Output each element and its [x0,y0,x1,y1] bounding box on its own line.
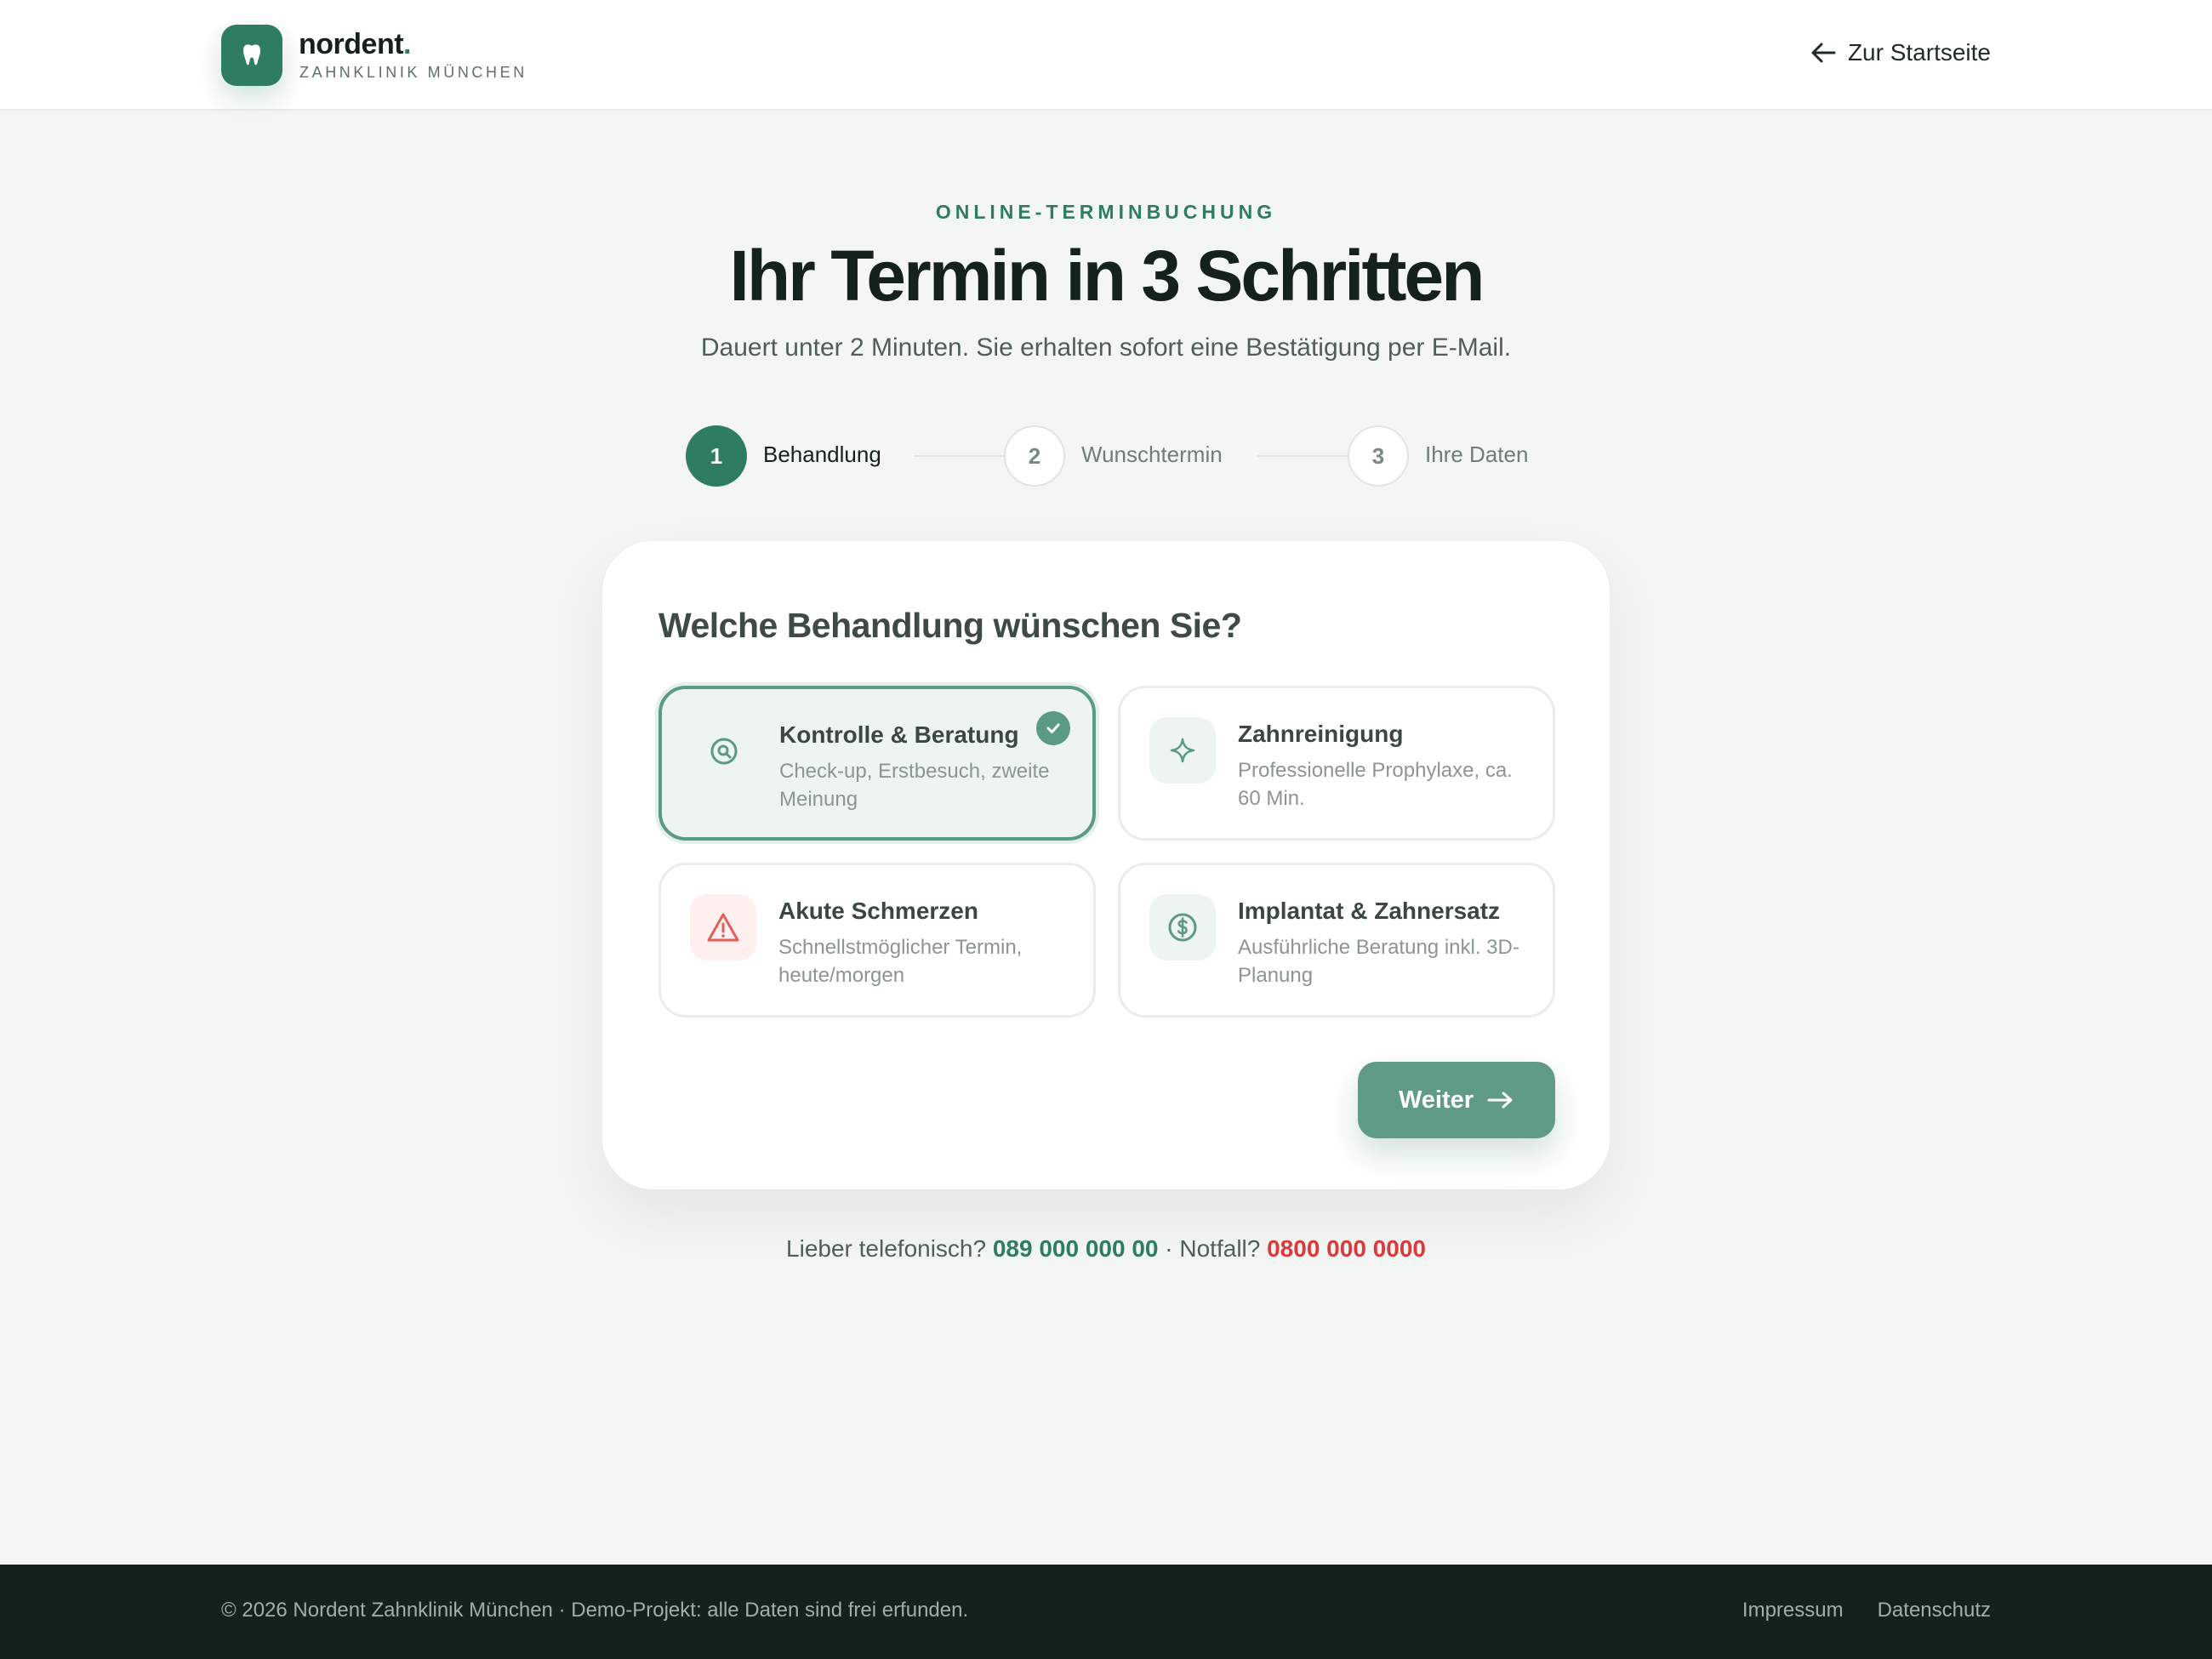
option-zahnreinigung[interactable]: Zahnreinigung Professionelle Prophylaxe,… [1118,686,1555,841]
footer-links: Impressum Datenschutz [1742,1599,1991,1622]
option-title: Kontrolle & Beratung [779,721,1019,748]
back-to-home-link[interactable]: Zur Startseite [1810,39,1991,66]
option-kontrolle-beratung[interactable]: Kontrolle & Beratung Check-up, Erstbesuc… [658,686,1096,841]
emergency-phone-link[interactable]: 0800 000 0000 [1267,1235,1426,1262]
option-description: Schnellstmöglicher Termin, heute/morgen [778,936,1023,987]
next-button[interactable]: Weiter [1358,1062,1555,1138]
treatment-question: Welche Behandlung wünschen Sie? [658,606,1242,645]
step-connector [1257,455,1348,457]
step-1-label: Behandlung [763,442,881,467]
option-icon-wrap [1149,717,1216,784]
next-button-label: Weiter [1398,1086,1474,1114]
eyebrow-label: ONLINE-TERMINBUCHUNG [935,201,1277,223]
emergency-prefix: Notfall? [1179,1235,1261,1262]
treatment-card: Welche Behandlung wünschen Sie? Kontroll… [602,541,1610,1189]
contact-separator: · [1165,1235,1173,1262]
option-title: Implantat & Zahnersatz [1238,898,1501,924]
sparkle-icon [1170,738,1195,763]
step-3-circle: 3 [1348,425,1409,487]
site-footer: © 2026 Nordent Zahnklinik München · Demo… [0,1565,2212,1659]
site-header: nordent. ZAHNKLINIK MÜNCHEN Zur Startsei… [0,0,2212,111]
option-icon-wrap [690,894,756,961]
dollar-icon [1168,913,1197,942]
back-link-label: Zur Startseite [1847,39,1991,66]
footer-copyright: © 2026 Nordent Zahnklinik München · Demo… [221,1599,969,1622]
option-icon-wrap [691,718,757,784]
option-description: Ausführliche Beratung inkl. 3D-Planung [1238,936,1519,987]
step-1-circle: 1 [686,425,747,487]
option-implantat-zahnersatz[interactable]: Implantat & Zahnersatz Ausführliche Bera… [1118,863,1555,1018]
option-description: Professionelle Prophylaxe, ca. 60 Min. [1238,759,1513,810]
page-title: Ihr Termin in 3 Schritten [729,236,1485,316]
logo[interactable] [221,25,282,86]
contact-line: Lieber telefonisch? 089 000 000 00 · Not… [0,1235,2212,1263]
arrow-left-icon [1811,43,1836,63]
option-akute-schmerzen[interactable]: Akute Schmerzen Schnellstmöglicher Termi… [658,863,1096,1018]
brand-subtitle: ZAHNKLINIK MÜNCHEN [299,64,527,81]
step-3-label: Ihre Daten [1425,442,1529,467]
option-description: Check-up, Erstbesuch, zweite Meinung [779,760,1050,811]
phone-prefix: Lieber telefonisch? [786,1235,987,1262]
footer-link-datenschutz[interactable]: Datenschutz [1878,1599,1991,1622]
progress-stepper: 1 Behandlung 2 Wunschtermin 3 Ihre Daten [0,425,2212,487]
selected-check-icon [1036,711,1070,745]
option-title: Akute Schmerzen [778,898,978,924]
option-icon-wrap [1149,894,1216,961]
tooth-icon [243,44,260,66]
arrow-right-icon [1487,1092,1513,1109]
search-icon [710,738,738,765]
step-2-circle: 2 [1004,425,1065,487]
page-subtitle: Dauert unter 2 Minuten. Sie erhalten sof… [700,334,1512,362]
brand-name: nordent. [299,28,411,60]
brand-dot: . [403,28,411,60]
warning-icon [707,913,739,942]
phone-link[interactable]: 089 000 000 00 [993,1235,1159,1262]
step-connector [914,455,1006,457]
option-title: Zahnreinigung [1238,721,1404,747]
step-2-label: Wunschtermin [1081,442,1223,467]
footer-link-impressum[interactable]: Impressum [1742,1599,1844,1622]
